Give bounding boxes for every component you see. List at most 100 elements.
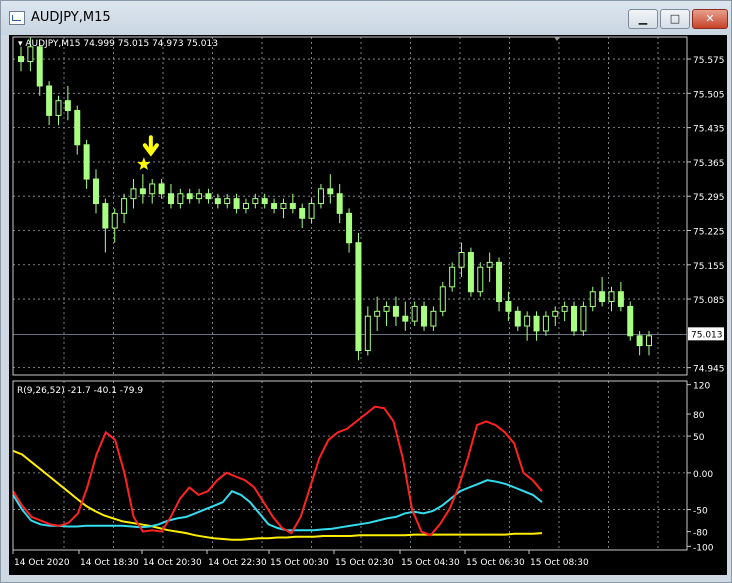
- candle-body: [608, 291, 615, 303]
- chart-grid: [13, 37, 687, 550]
- indicator-line-fast: [12, 405, 543, 537]
- candle-body: [505, 301, 512, 312]
- candle-body: [571, 305, 578, 332]
- price-label: 75.085: [693, 296, 725, 306]
- candle-body: [327, 188, 334, 195]
- current-price-label: 75.013: [691, 330, 723, 340]
- candle-body: [289, 203, 296, 209]
- candle-body: [308, 203, 315, 219]
- window-titlebar[interactable]: AUDJPY,M15 ▁ □ ✕: [1, 1, 731, 35]
- price-label: 75.295: [693, 193, 725, 203]
- candle-body: [589, 291, 596, 307]
- candle-body: [374, 310, 381, 317]
- price-label: 74.945: [693, 365, 725, 375]
- time-label: 15 Oct 02:30: [335, 558, 394, 568]
- candle-body: [421, 305, 428, 327]
- time-label: 14 Oct 2020: [14, 558, 70, 568]
- candle-body: [74, 109, 81, 146]
- price-panel-header: ▾ AUDJPY,M15 74.999 75.015 74.973 75.013: [18, 39, 218, 49]
- candle-body: [392, 305, 399, 317]
- candle-body: [580, 305, 587, 332]
- candle-body: [130, 188, 137, 200]
- candle-body: [627, 305, 634, 337]
- chart-window: AUDJPY,M15 ▁ □ ✕ 75.575 75.505 75.435 75.36…: [0, 0, 732, 583]
- time-label: 15 Oct 00:30: [270, 558, 329, 568]
- indicator-panel-border: [12, 380, 688, 551]
- candle-body: [524, 315, 531, 327]
- price-label: 75.365: [693, 159, 725, 169]
- candle-body: [111, 212, 118, 229]
- time-label: 15 Oct 06:30: [466, 558, 525, 568]
- indicator-panel-header: R(9,26,52) -21.7 -40.1 -79.9: [17, 386, 143, 396]
- candle-body: [233, 198, 240, 209]
- time-label: 14 Oct 20:30: [143, 558, 202, 568]
- time-label: 15 Oct 08:30: [530, 558, 589, 568]
- candle-body: [458, 252, 465, 268]
- candle-body: [514, 310, 521, 327]
- candle-body: [280, 203, 287, 209]
- price-label: 75.575: [693, 56, 725, 66]
- candle-body: [83, 144, 90, 180]
- indicator-scale-label: -100: [693, 543, 714, 553]
- candle-body: [542, 315, 549, 332]
- time-label: 14 Oct 18:30: [80, 558, 139, 568]
- candle-body: [402, 315, 409, 322]
- candle-body: [167, 193, 174, 205]
- candle-body: [346, 212, 353, 244]
- window-title: AUDJPY,M15: [31, 10, 111, 25]
- candle-body: [617, 291, 624, 307]
- price-label: 75.225: [693, 227, 725, 237]
- chart-canvas[interactable]: 75.575 75.505 75.435 75.365 75.295 75.225 75.1…: [9, 35, 727, 575]
- price-label: 75.505: [693, 90, 725, 100]
- candle-body: [430, 310, 437, 327]
- close-button[interactable]: ✕: [692, 9, 728, 29]
- candle-body: [36, 46, 43, 87]
- candle-body: [552, 310, 559, 317]
- indicator-scale-label: 120: [693, 382, 710, 392]
- indicator-scale-label: 80: [693, 411, 705, 421]
- candle-body: [383, 305, 390, 312]
- candle-body: [186, 193, 193, 200]
- candle-body: [27, 46, 34, 62]
- maximize-button[interactable]: □: [660, 9, 690, 29]
- price-label: 75.155: [693, 262, 725, 272]
- candle-body: [102, 203, 109, 229]
- candle-body: [252, 198, 259, 205]
- candle-body: [646, 335, 652, 347]
- candle-body: [336, 193, 343, 214]
- candle-body: [317, 188, 324, 205]
- candle-body: [242, 203, 249, 209]
- axes-group: [12, 36, 691, 554]
- candle-body: [599, 291, 606, 303]
- indicator-scale-label: 50: [693, 433, 705, 443]
- minimize-button[interactable]: ▁: [628, 9, 658, 29]
- indicator-scale-label: 0.00: [693, 470, 713, 480]
- candle-body: [46, 85, 53, 116]
- candle-body: [261, 198, 268, 205]
- indicator-scale-label: -80: [693, 529, 708, 539]
- time-label: 15 Oct 04:30: [401, 558, 460, 568]
- candle-body: [224, 198, 231, 205]
- price-label: 75.435: [693, 125, 725, 135]
- candle-body: [533, 315, 540, 332]
- candle-body: [177, 193, 184, 205]
- down-arrow-icon: [142, 135, 159, 157]
- candle-body: [411, 305, 418, 322]
- candle-body: [158, 183, 165, 195]
- candle-body: [477, 266, 484, 293]
- candle-body: [64, 100, 71, 111]
- candle-body: [364, 315, 371, 352]
- candle-body: [121, 198, 128, 214]
- candle-body: [139, 188, 146, 195]
- star-icon: [137, 157, 151, 170]
- candle-body: [196, 193, 203, 200]
- time-label: 14 Oct 22:30: [208, 558, 267, 568]
- chart-window-icon: [9, 11, 25, 25]
- candle-body: [299, 207, 306, 219]
- chart-area[interactable]: 75.575 75.505 75.435 75.365 75.295 75.225 75.1…: [9, 35, 727, 575]
- candle-body: [271, 203, 278, 209]
- candle-body: [449, 266, 456, 288]
- candle-body: [486, 261, 493, 268]
- candle-body: [496, 261, 503, 303]
- indicator-scale-label: -50: [693, 507, 708, 517]
